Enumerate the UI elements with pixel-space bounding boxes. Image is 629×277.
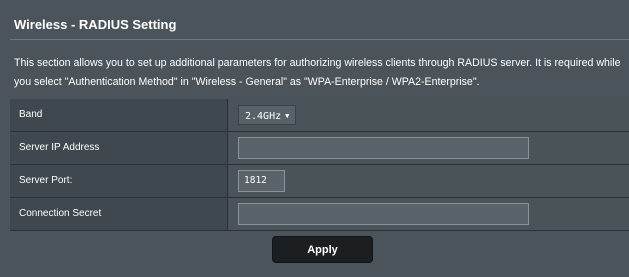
connection-secret-input[interactable] [238,203,529,225]
radius-settings-table: Band 2.4GHz ▼ Server IP Address Server Po… [10,99,629,231]
apply-button[interactable]: Apply [272,236,373,263]
form-footer: Apply [10,231,629,277]
connection-secret-label: Connection Secret [10,198,228,230]
server-ip-label: Server IP Address [10,132,228,164]
radius-settings-page: Wireless - RADIUS Setting This section a… [0,0,629,277]
band-row: Band 2.4GHz ▼ [10,99,629,132]
band-selected-value: 2.4GHz [245,111,282,122]
server-ip-row: Server IP Address [10,132,629,165]
title-divider [10,39,629,40]
band-label: Band [10,99,228,131]
page-description: This section allows you to set up additi… [14,54,629,92]
description-line-1: This section allows you to set up additi… [14,57,621,69]
band-select[interactable]: 2.4GHz ▼ [238,105,297,125]
server-ip-value-cell [229,132,629,164]
band-value-cell: 2.4GHz ▼ [229,99,629,131]
dropdown-arrow-icon: ▼ [285,112,290,120]
connection-secret-value-cell [229,198,629,230]
server-port-label: Server Port: [10,165,228,197]
server-port-value-cell: 1812 [229,165,629,197]
page-title: Wireless - RADIUS Setting [14,17,177,32]
server-port-input[interactable]: 1812 [238,170,285,192]
connection-secret-row: Connection Secret [10,198,629,231]
server-ip-input[interactable] [238,137,529,159]
description-line-2: you select "Authentication Method" in "W… [14,76,480,88]
server-port-row: Server Port: 1812 [10,165,629,198]
